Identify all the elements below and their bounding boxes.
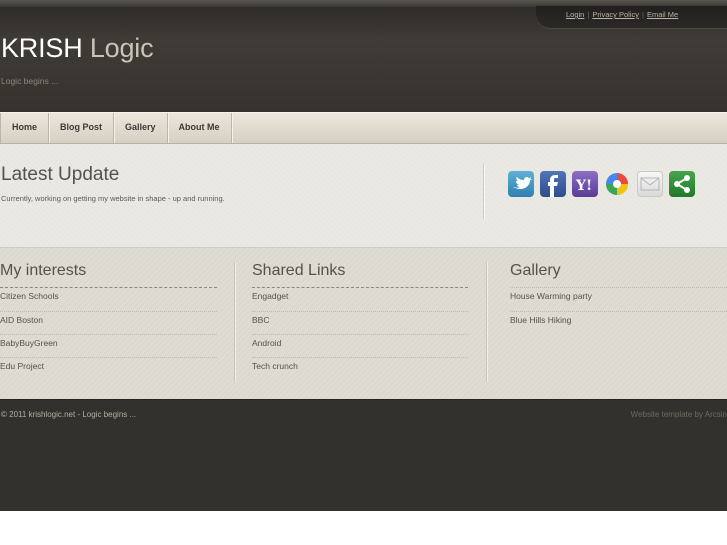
template-credit[interactable]: Website template by Arcsin [631,410,727,419]
my-interests-title: My interests [0,262,217,288]
latest-update-text: Currently, working on getting my website… [1,194,225,203]
latest-update-title: Latest Update [1,164,120,185]
list-item[interactable]: Blue Hills Hiking [510,311,727,334]
feature-section: Latest Update Currently, working on gett… [0,144,727,247]
shared-links-title: Shared Links [252,262,468,288]
share-icon[interactable] [669,171,695,197]
nav-item-gallery[interactable]: Gallery [114,113,168,143]
shared-links-column: Shared Links Engadget BBC Android Tech c… [252,262,468,380]
list-item[interactable]: Edu Project [0,357,217,380]
separator: | [587,10,590,19]
nav-item-about-me[interactable]: About Me [168,113,232,143]
site-title[interactable]: KRISH Logic [1,33,154,64]
site-title-part1: KRISH [1,33,83,63]
top-links-bar: Login | Privacy Policy | Email Me [536,6,727,29]
nav-item-blog-post[interactable]: Blog Post [49,113,115,143]
gallery-title: Gallery [510,262,727,288]
divider [486,262,487,382]
email-icon[interactable] [637,171,663,197]
header: Login | Privacy Policy | Email Me KRISH Logi… [0,0,727,112]
list-item[interactable]: BBC [252,311,468,334]
list-item[interactable]: BabyBuyGreen [0,334,217,357]
gallery-column: Gallery House Warming party Blue Hills H… [510,262,727,334]
my-interests-column: My interests Citizen Schools AID Boston … [0,262,217,380]
copyright-text: © 2011 krishlogic.net - Logic begins ... [1,410,137,419]
list-item[interactable]: Citizen Schools [0,288,217,311]
facebook-icon[interactable] [540,171,566,197]
separator: | [642,10,644,19]
list-item[interactable]: Tech crunch [252,357,468,380]
google-icon[interactable] [604,171,630,197]
svg-text:Y!: Y! [575,178,592,194]
divider [483,164,484,219]
divider [234,262,235,382]
list-item[interactable]: House Warming party [510,288,727,311]
privacy-policy-link[interactable]: Privacy Policy [592,10,639,19]
yahoo-icon[interactable]: Y! [572,171,598,197]
site-tagline: Logic begins ... [1,76,59,86]
list-item[interactable]: Engadget [252,288,468,311]
email-me-link[interactable]: Email Me [647,10,678,19]
link-columns: My interests Citizen Schools AID Boston … [0,247,727,399]
login-link[interactable]: Login [566,10,584,19]
site-title-part2: Logic [89,33,154,63]
footer: © 2011 krishlogic.net - Logic begins ...… [0,399,727,511]
nav-item-home[interactable]: Home [0,113,50,143]
twitter-icon[interactable] [508,171,534,197]
main-nav: Home Blog Post Gallery About Me [0,112,727,144]
list-item[interactable]: AID Boston [0,311,217,334]
list-item[interactable]: Android [252,334,468,357]
